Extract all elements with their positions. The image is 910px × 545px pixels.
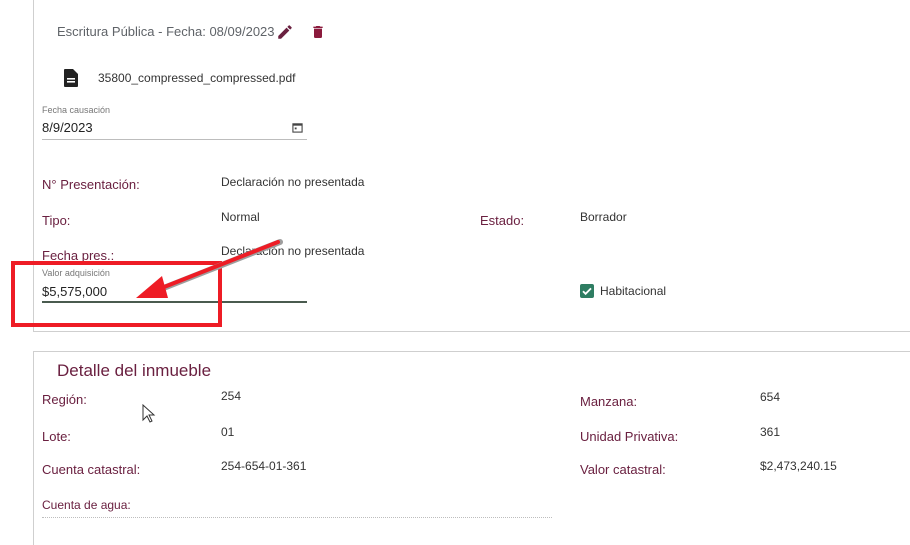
detalle-title: Detalle del inmueble <box>57 361 212 380</box>
file-link[interactable]: 35800_compressed_compressed.pdf <box>98 71 295 85</box>
cuenta-agua-label: Cuenta de agua: <box>42 498 131 512</box>
fecha-causacion-input[interactable]: 8/9/2023 <box>42 120 93 135</box>
tipo-value: Normal <box>221 210 260 224</box>
lote-value: 01 <box>221 425 235 439</box>
habitacional-checkbox[interactable] <box>580 284 594 298</box>
cuenta-catastral-label: Cuenta catastral: <box>42 462 141 477</box>
check-icon <box>582 287 592 296</box>
region-label: Región: <box>42 392 87 407</box>
presentacion-label: N° Presentación: <box>42 177 140 192</box>
region-value: 254 <box>221 389 242 403</box>
fecha-causacion-label: Fecha causación <box>42 105 111 115</box>
manzana-label: Manzana: <box>580 394 638 409</box>
estado-value: Borrador <box>580 210 627 224</box>
cuenta-agua-underline <box>42 517 552 518</box>
valor-catastral-label: Valor catastral: <box>580 462 666 477</box>
mouse-cursor-icon <box>142 404 156 423</box>
escritura-title: Escritura Pública - Fecha: 08/09/2023 <box>57 24 275 39</box>
trash-icon[interactable] <box>310 23 326 41</box>
pencil-icon[interactable] <box>276 23 294 41</box>
annotation-arrow-icon <box>136 239 283 298</box>
tipo-label: Tipo: <box>42 213 71 228</box>
presentacion-value: Declaración no presentada <box>221 175 365 189</box>
unidad-privativa-value: 361 <box>760 425 781 439</box>
estado-label: Estado: <box>480 213 525 228</box>
calendar-icon[interactable] <box>292 122 303 133</box>
document-icon <box>64 69 78 87</box>
manzana-value: 654 <box>760 390 781 404</box>
lote-label: Lote: <box>42 429 71 444</box>
cuenta-catastral-value: 254-654-01-361 <box>221 459 307 473</box>
habitacional-label: Habitacional <box>600 284 667 298</box>
valor-catastral-value: $2,473,240.15 <box>760 459 837 473</box>
fecha-causacion-underline <box>42 139 307 140</box>
unidad-privativa-label: Unidad Privativa: <box>580 429 679 444</box>
